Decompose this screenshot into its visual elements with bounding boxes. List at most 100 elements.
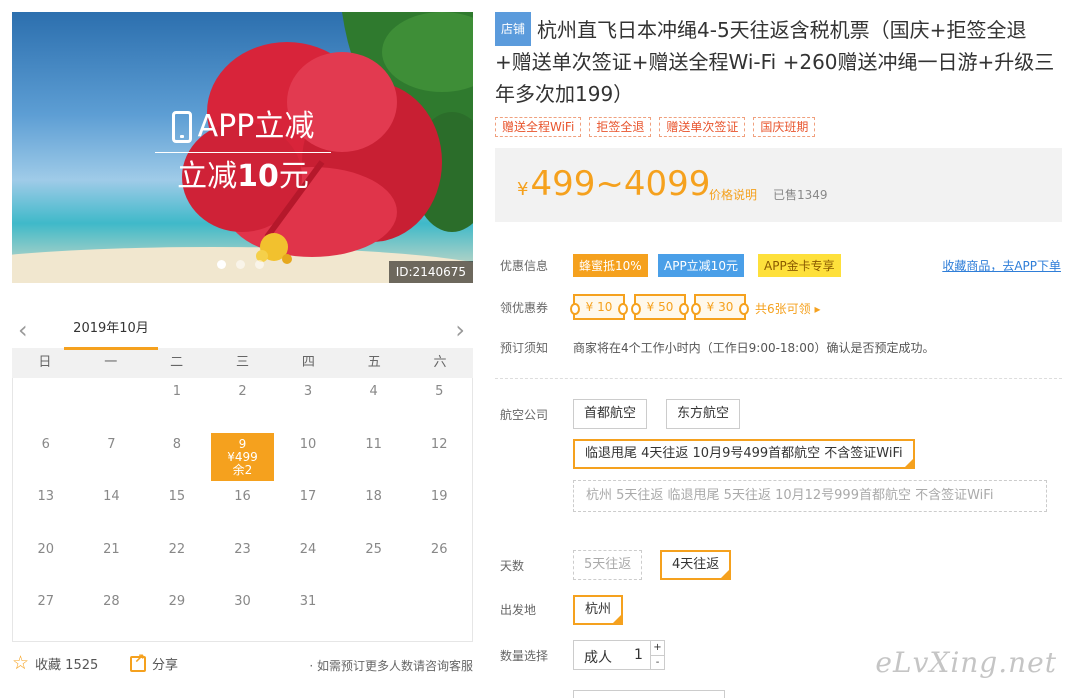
currency-symbol: ¥ xyxy=(517,179,529,200)
promo-subtitle: 立减10元 xyxy=(155,155,331,199)
calendar-day[interactable]: 15 xyxy=(144,483,210,536)
calendar-day[interactable]: 20 xyxy=(13,536,79,589)
calendar-day[interactable]: 29 xyxy=(144,588,210,641)
product-tag: 赠送全程WiFi xyxy=(495,117,582,137)
calendar-day[interactable]: 16 xyxy=(210,483,276,536)
store-badge[interactable]: 店铺 xyxy=(495,12,532,46)
package-option-selected[interactable]: 临退甩尾 4天往返 10月9号499首都航空 不含签证WiFi ✓ xyxy=(573,439,915,469)
carousel-dots xyxy=(217,260,264,269)
calendar-day[interactable]: 31 xyxy=(275,588,341,641)
carousel-dot-3[interactable] xyxy=(255,260,264,269)
favorite-label: 收藏 1525 xyxy=(35,658,99,673)
chevron-right-icon[interactable]: › xyxy=(455,316,465,344)
calendar-day-empty xyxy=(13,378,79,431)
check-icon: ✓ xyxy=(722,562,730,571)
second-quantity-stepper[interactable] xyxy=(573,690,725,698)
price-calendar: ‹ 2019年10月 › 日一二三四五六 1 2 3 4 5 6 7 8 9 ¥499 余2 10 11… xyxy=(12,312,473,642)
favorite-button[interactable]: ☆ 收藏 1525 xyxy=(12,652,99,674)
adult-quantity-stepper[interactable]: 成人 1 + - xyxy=(573,640,665,670)
site-watermark: eLvXing.net xyxy=(875,646,1057,679)
package-option-disabled[interactable]: 杭州 5天往返 临退甩尾 5天往返 10月12号999首都航空 不含签证WiFi xyxy=(573,480,1047,512)
product-actions: ☆ 收藏 1525 分享 · 如需预订更多人数请咨询客服 xyxy=(12,652,473,678)
check-icon: ✓ xyxy=(905,451,913,460)
calendar-day[interactable]: 17 xyxy=(275,483,341,536)
product-tags: 赠送全程WiFi 拒签全退 赠送单次签证 国庆班期 xyxy=(495,117,816,137)
departure-option-hangzhou[interactable]: 杭州 ✓ xyxy=(573,595,624,625)
calendar-day[interactable]: 19 xyxy=(406,483,472,536)
calendar-day[interactable]: 30 xyxy=(210,588,276,641)
weekday-header: 日 xyxy=(38,355,52,370)
calendar-day[interactable]: 13 xyxy=(13,483,79,536)
price-range: 499~4099 xyxy=(530,164,711,204)
price: ¥499~4099 xyxy=(517,164,710,204)
departure-label: 出发地 xyxy=(500,603,537,617)
app-discount-promo: APP立减 立减10元 xyxy=(155,108,331,199)
promo-sub-suffix: 元 xyxy=(278,159,309,194)
share-button[interactable]: 分享 xyxy=(130,652,178,673)
sold-count: 已售1349 xyxy=(773,188,828,202)
calendar-day[interactable]: 14 xyxy=(79,483,145,536)
product-title-text: 杭州直飞日本冲绳4-5天往返含税机票（国庆+拒签全退+赠送单次签证+赠送全程Wi… xyxy=(495,18,1055,106)
coupons-more-link[interactable]: 共6张可领 ▸ xyxy=(755,300,820,317)
airline-option-capital[interactable]: 首都航空 xyxy=(573,399,648,429)
calendar-weekday-row: 日一二三四五六 xyxy=(12,348,473,378)
calendar-day[interactable]: 27 xyxy=(13,588,79,641)
star-icon: ☆ xyxy=(12,652,30,674)
calendar-day[interactable]: 6 xyxy=(13,431,79,484)
offer-badge-gold-card: APP金卡专享 xyxy=(758,254,841,277)
days-option-4[interactable]: 4天往返 ✓ xyxy=(660,550,732,580)
stepper-buttons: + - xyxy=(650,641,664,669)
price-panel: ¥499~4099 价格说明 已售1349 xyxy=(495,148,1062,222)
airline-option-eastern[interactable]: 东方航空 xyxy=(666,399,741,429)
offers-label: 优惠信息 xyxy=(500,259,549,273)
days-label: 天数 xyxy=(500,559,525,573)
coupon-10[interactable]: ¥ 10 xyxy=(570,294,628,320)
promo-sub-prefix: 立减 xyxy=(177,159,238,194)
decrement-button[interactable]: - xyxy=(651,655,664,669)
calendar-day[interactable]: 10 xyxy=(275,431,341,484)
calendar-day[interactable]: 28 xyxy=(79,588,145,641)
favorite-go-app-link[interactable]: 收藏商品，去APP下单 xyxy=(942,257,1061,274)
chevron-left-icon[interactable]: ‹ xyxy=(18,316,28,344)
mobile-phone-icon xyxy=(171,111,192,143)
product-tag: 赠送单次签证 xyxy=(659,117,746,137)
calendar-day[interactable]: 25 xyxy=(341,536,407,589)
calendar-day[interactable]: 18 xyxy=(341,483,407,536)
calendar-day[interactable]: 24 xyxy=(275,536,341,589)
weekday-header: 一 xyxy=(104,355,118,370)
calendar-day[interactable]: 11 xyxy=(341,431,407,484)
coupon-50[interactable]: ¥ 50 xyxy=(631,294,689,320)
carousel-dot-1[interactable] xyxy=(217,260,226,269)
calendar-day[interactable]: 23 xyxy=(210,536,276,589)
calendar-day[interactable]: 2 xyxy=(210,378,276,431)
section-divider xyxy=(495,378,1062,379)
check-icon: ✓ xyxy=(614,607,622,616)
product-image-carousel[interactable]: APP立减 立减10元 ID:2140675 xyxy=(12,12,473,283)
calendar-day[interactable]: 5 xyxy=(406,378,472,431)
calendar-day[interactable]: 12 xyxy=(406,431,472,484)
selected-day-day: 9 xyxy=(238,436,247,451)
calendar-day[interactable]: 3 xyxy=(275,378,341,431)
calendar-day[interactable]: 1 xyxy=(144,378,210,431)
quantity-type: 成人 xyxy=(584,650,612,666)
calendar-day[interactable]: 7 xyxy=(79,431,145,484)
weekday-header: 四 xyxy=(301,355,315,370)
calendar-day-empty xyxy=(79,378,145,431)
price-explanation-link[interactable]: 价格说明 xyxy=(709,186,757,203)
departure-option-label: 杭州 xyxy=(585,602,612,617)
days-option-5[interactable]: 5天往返 xyxy=(573,550,643,580)
calendar-day[interactable]: 21 xyxy=(79,536,145,589)
coupon-30[interactable]: ¥ 30 xyxy=(691,294,749,320)
share-icon xyxy=(130,652,146,672)
quantity-value[interactable]: 1 xyxy=(634,647,643,663)
weekday-header: 二 xyxy=(170,355,184,370)
airline-label: 航空公司 xyxy=(500,408,549,422)
carousel-dot-2[interactable] xyxy=(236,260,245,269)
calendar-day-selected[interactable]: 9 ¥499 余2 xyxy=(210,432,275,481)
calendar-day[interactable]: 26 xyxy=(406,536,472,589)
calendar-day[interactable]: 8 xyxy=(144,431,210,484)
calendar-day[interactable]: 22 xyxy=(144,536,210,589)
calendar-day[interactable]: 4 xyxy=(341,378,407,431)
booking-notice-label: 预订须知 xyxy=(500,341,549,355)
increment-button[interactable]: + xyxy=(651,641,664,655)
